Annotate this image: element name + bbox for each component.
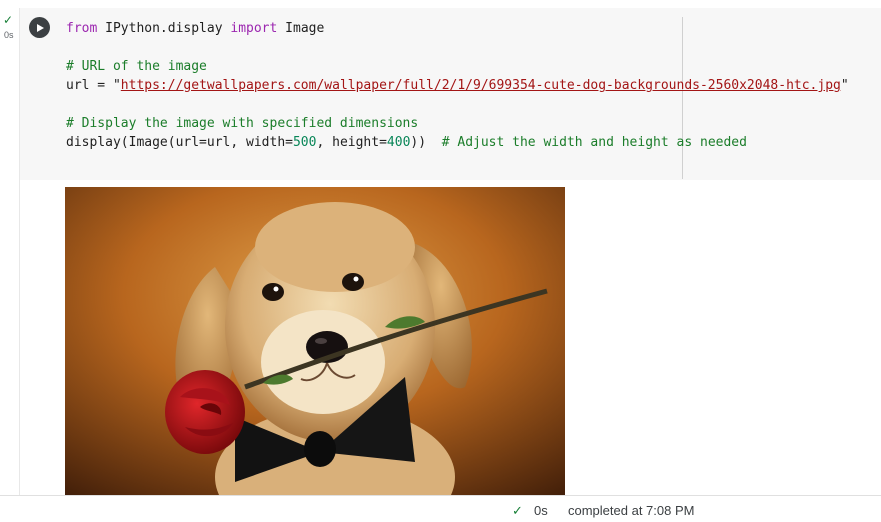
code-token: " [840,78,849,93]
code-token: IPython.display [97,21,231,36]
code-token: url = " [66,78,121,93]
code-line[interactable]: url = "https://getwallpapers.com/wallpap… [66,76,849,95]
code-line[interactable]: display(Image(url=url, width=500, height… [66,133,849,152]
code-comment: # Adjust the width and height as needed [441,135,747,150]
code-number: 400 [386,135,411,150]
play-icon [36,23,44,32]
code-keyword: from [66,21,98,36]
code-line[interactable] [66,95,849,114]
code-comment: # URL of the image [66,59,207,74]
code-token: display(Image(url=url, width= [66,135,293,150]
code-token: , height= [316,135,387,150]
status-duration: 0s [534,503,548,518]
code-editor[interactable]: from IPython.display import Image # URL o… [66,19,849,152]
code-line[interactable] [66,38,849,57]
cell-gutter: ✓ 0s [0,0,19,495]
execution-time: 0s [4,30,14,40]
status-message: completed at 7:08 PM [568,503,695,518]
puppy-with-rose-image [65,187,565,495]
execution-check-icon: ✓ [3,13,14,27]
code-number: 500 [292,135,317,150]
run-cell-button[interactable] [29,17,50,38]
code-keyword: import [230,21,278,36]
code-token: )) [410,135,442,150]
code-line[interactable]: from IPython.display import Image [66,19,849,38]
code-token: Image [277,21,325,36]
code-line[interactable]: # Display the image with specified dimen… [66,114,849,133]
code-comment: # Display the image with specified dimen… [66,116,419,131]
code-string: https://getwallpapers.com/wallpaper/full… [120,78,841,93]
status-check-icon: ✓ [512,503,523,518]
status-bar: ✓ 0s completed at 7:08 PM [0,495,881,522]
code-line[interactable]: # URL of the image [66,57,849,76]
cell-output-image [65,187,565,495]
